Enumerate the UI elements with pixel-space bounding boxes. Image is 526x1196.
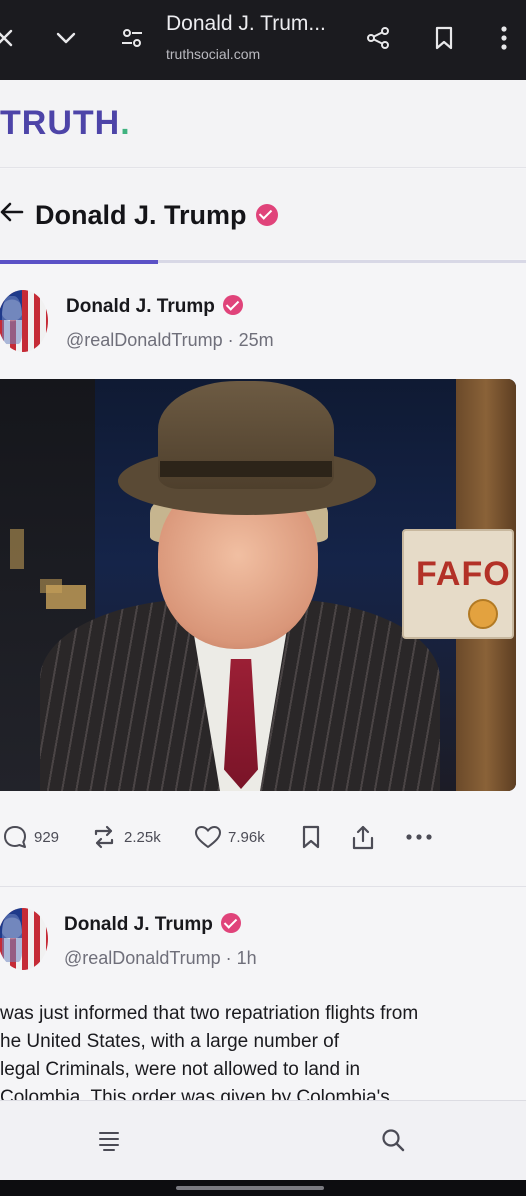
verified-badge-icon: [223, 294, 244, 315]
logo-dot: .: [120, 104, 131, 142]
reply-count: 929: [34, 828, 60, 846]
more-horizontal-icon: [406, 834, 432, 840]
post-author[interactable]: Donald J. Trump: [64, 912, 242, 936]
reply-button[interactable]: 929: [2, 824, 59, 850]
share-button[interactable]: [350, 824, 376, 852]
tab-active-indicator[interactable]: [0, 260, 158, 264]
profile-name: Donald J. Trump: [35, 200, 247, 230]
bookmark-icon[interactable]: [428, 22, 460, 54]
image-figure: [40, 379, 440, 791]
post-text-line: was just informed that two repatriation …: [0, 1003, 419, 1024]
browser-toolbar: Donald J. Trum... truthsocial.com: [0, 0, 526, 80]
gesture-handle[interactable]: [176, 1186, 324, 1190]
post-author-name: Donald J. Trump: [64, 914, 213, 935]
post-actions: 929 2.25k 7.96k: [0, 816, 526, 860]
post-author-name: Donald J. Trump: [66, 296, 215, 317]
menu-icon[interactable]: [96, 1127, 124, 1155]
tune-icon[interactable]: [116, 22, 148, 54]
logo-text: TRUTH: [0, 104, 121, 142]
search-icon[interactable]: [380, 1127, 408, 1155]
like-button[interactable]: 7.96k: [194, 824, 265, 850]
more-vertical-icon[interactable]: [488, 22, 520, 54]
more-button[interactable]: [404, 824, 434, 850]
image-sign: FAFO: [402, 529, 514, 639]
bookmark-icon: [302, 825, 320, 849]
verified-badge-icon: [221, 912, 242, 933]
avatar[interactable]: [0, 908, 48, 970]
retruth-button[interactable]: 2.25k: [90, 824, 161, 850]
retruth-icon: [94, 825, 114, 849]
browser-page-title[interactable]: Donald J. Trum...: [166, 12, 326, 36]
share-up-icon: [352, 825, 374, 850]
post-divider: [0, 886, 526, 887]
page: TRUTH. Donald J. Trump Donald J. Trump @…: [0, 80, 526, 1180]
like-count: 7.96k: [228, 828, 265, 846]
post-author[interactable]: Donald J. Trump: [66, 294, 244, 318]
system-gesture-bar: [0, 1180, 526, 1196]
post-handle[interactable]: @realDonaldTrump · 1h: [64, 948, 257, 969]
post-text-line: legal Criminals, were not allowed to lan…: [0, 1059, 361, 1080]
reply-icon: [4, 826, 26, 848]
brand-header: TRUTH.: [0, 80, 526, 168]
share-icon[interactable]: [362, 22, 394, 54]
post-text-line: he United States, with a large number of: [0, 1031, 340, 1052]
smiley-icon: [468, 599, 498, 629]
profile-title: Donald J. Trump: [35, 200, 279, 231]
chevron-down-icon[interactable]: [50, 22, 82, 54]
back-arrow-icon[interactable]: [0, 197, 24, 227]
heart-icon: [195, 826, 221, 848]
bottom-navigation: [0, 1100, 526, 1180]
avatar[interactable]: [0, 290, 48, 352]
post-handle[interactable]: @realDonaldTrump · 25m: [66, 330, 274, 351]
close-icon[interactable]: [0, 22, 20, 54]
post-text[interactable]: was just informed that two repatriation …: [0, 1000, 526, 1104]
retruth-count: 2.25k: [124, 828, 161, 846]
truth-logo[interactable]: TRUTH.: [0, 104, 131, 143]
sign-text: FAFO: [416, 555, 511, 593]
bookmark-button[interactable]: [300, 824, 322, 850]
browser-url[interactable]: truthsocial.com: [166, 46, 260, 62]
post-image[interactable]: FAFO: [0, 379, 516, 791]
verified-badge-icon: [256, 203, 279, 226]
